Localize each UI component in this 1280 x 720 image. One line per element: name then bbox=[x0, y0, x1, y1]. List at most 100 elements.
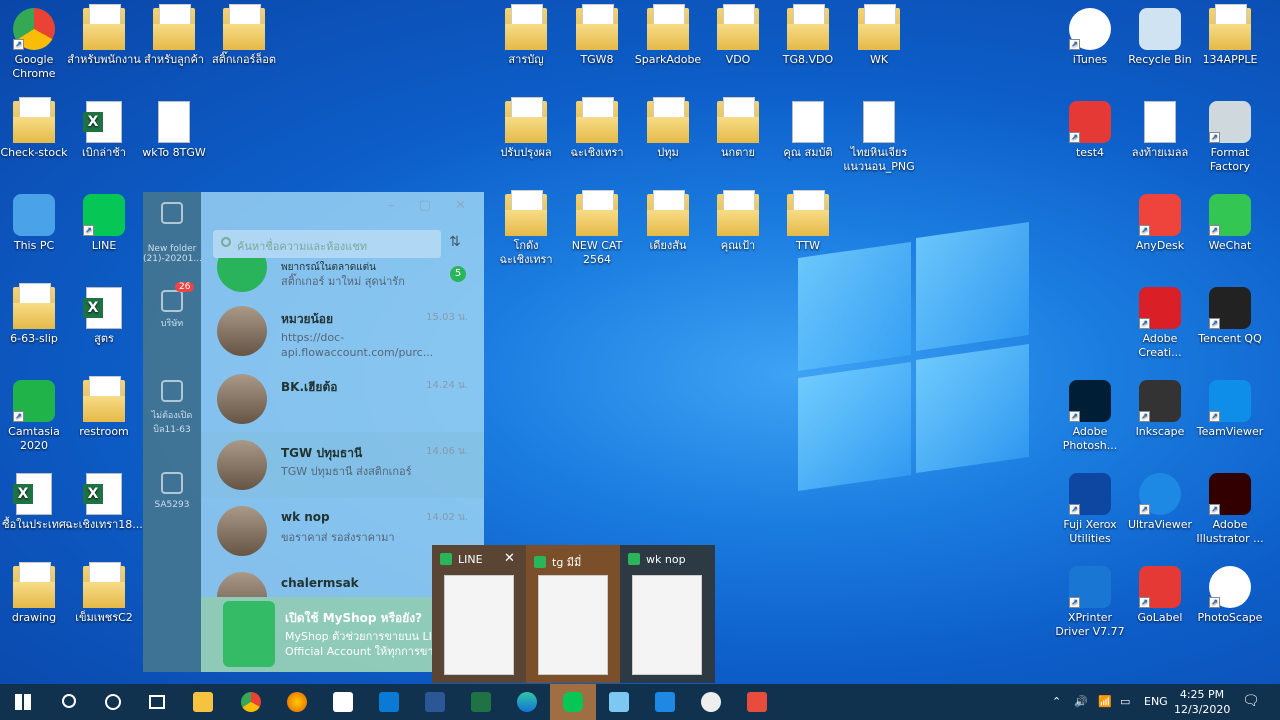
desktop-icon-label: UltraViewer bbox=[1127, 518, 1193, 531]
desktop-icon[interactable]: ↗ UltraViewer bbox=[1121, 473, 1199, 532]
excel-icon[interactable] bbox=[458, 684, 504, 720]
desktop-icon[interactable]: ↗ iTunes bbox=[1051, 8, 1129, 67]
line-search-input[interactable]: ค้นหาชื่อความและห้องแชท bbox=[213, 230, 441, 258]
desktop-icon[interactable]: เดียงสัน bbox=[629, 190, 707, 253]
add-icon[interactable] bbox=[161, 472, 183, 494]
volume-icon[interactable]: 🔊 bbox=[1074, 695, 1088, 708]
language-indicator[interactable]: ENG bbox=[1144, 695, 1168, 708]
start-button[interactable] bbox=[0, 684, 46, 720]
close-icon[interactable]: ✕ bbox=[504, 551, 515, 566]
thumbnail-tg[interactable]: tg มีมี่ bbox=[526, 545, 620, 683]
desktop-icon[interactable]: ↗ PhotoScape bbox=[1191, 566, 1269, 625]
mail-icon[interactable] bbox=[366, 684, 412, 720]
desktop-icon[interactable]: 6-63-slip bbox=[0, 283, 73, 346]
chat-item[interactable]: พยากรณ์ในตลาดแต่น สติ๊กเกอร์ มาใหม่ สุดน… bbox=[201, 258, 484, 298]
desktop-icon[interactable]: คุณ สมบัติ bbox=[769, 101, 847, 160]
desktop-icon[interactable]: สำหรับพนักงาน bbox=[65, 4, 143, 67]
thumbnail-line[interactable]: LINE ✕ bbox=[432, 545, 526, 683]
ff-icon: ↗ bbox=[1209, 101, 1251, 143]
taskbar: ⌃ 🔊 📶 ▭ ENG 4:25 PM 12/3/2020 🗨 bbox=[0, 684, 1280, 720]
desktop-icon[interactable]: ปทุม bbox=[629, 97, 707, 160]
document-icon[interactable] bbox=[161, 380, 183, 402]
photos-icon[interactable] bbox=[642, 684, 688, 720]
desktop-icon[interactable]: X สูตร bbox=[65, 287, 143, 346]
desktop-icon[interactable]: สำหรับลูกค้า bbox=[135, 4, 213, 67]
desktop-icon[interactable]: ↗ test4 bbox=[1051, 101, 1129, 160]
desktop-icon[interactable]: ↗ Format Factory bbox=[1191, 101, 1269, 174]
task-view-icon[interactable] bbox=[134, 684, 180, 720]
desktop-icon[interactable]: drawing bbox=[0, 562, 73, 625]
desktop-icon[interactable]: This PC bbox=[0, 194, 73, 253]
desktop-icon[interactable]: X ฉะเชิงเทรา18... bbox=[65, 473, 143, 532]
paint-icon[interactable] bbox=[688, 684, 734, 720]
desktop-icon[interactable]: ↗ LINE bbox=[65, 194, 143, 253]
chat-item[interactable]: BK.เฮียต้อ 14.24 น. bbox=[201, 366, 484, 432]
chat-icon[interactable] bbox=[161, 290, 183, 312]
desktop-icon[interactable]: ↗ Adobe Illustrator ... bbox=[1191, 473, 1269, 546]
desktop-icon[interactable]: ปรับปรุงผล bbox=[487, 97, 565, 160]
sort-icon[interactable]: ⇅ bbox=[449, 234, 461, 250]
desktop-icon[interactable]: TGW8 bbox=[558, 4, 636, 67]
desktop-icon[interactable]: เข็มเพชรC2 bbox=[65, 562, 143, 625]
desktop-icon[interactable]: สติ๊กเกอร์ล็อต bbox=[205, 4, 283, 67]
desktop-icon[interactable]: X เบิกล่าช้า bbox=[65, 101, 143, 160]
desktop-icon-label: Google Chrome bbox=[12, 53, 56, 80]
desktop-icon[interactable]: TTW bbox=[769, 190, 847, 253]
desktop-icon[interactable]: X ซื้อในประเทศ bbox=[0, 473, 73, 532]
desktop-icon[interactable]: SparkAdobe bbox=[629, 4, 707, 67]
chat-item[interactable]: หมวยน้อย https://doc-api.flowaccount.com/… bbox=[201, 298, 484, 364]
desktop-icon[interactable]: ลงท้ายเมลล bbox=[1121, 101, 1199, 160]
desktop-icon[interactable]: ↗ AnyDesk bbox=[1121, 194, 1199, 253]
desktop-icon[interactable]: ↗ WeChat bbox=[1191, 194, 1269, 253]
wifi-icon[interactable]: 📶 bbox=[1098, 695, 1112, 708]
thumbnail-wk-nop[interactable]: wk nop bbox=[620, 545, 714, 683]
store-icon[interactable] bbox=[320, 684, 366, 720]
desktop-icon[interactable]: Recycle Bin bbox=[1121, 8, 1199, 67]
desktop-icon[interactable]: ↗ Camtasia 2020 bbox=[0, 380, 73, 453]
clock[interactable]: 4:25 PM 12/3/2020 bbox=[1174, 687, 1230, 717]
battery-icon[interactable]: ▭ bbox=[1120, 695, 1130, 708]
chat-item[interactable]: TGW ปทุมธานี TGW ปทุมธานี ส่งสติกเกอร์ 14.… bbox=[201, 432, 484, 498]
desktop-icon[interactable]: ↗ XPrinter Driver V7.77 bbox=[1051, 566, 1129, 639]
desktop-icon[interactable]: คุณเป้า bbox=[699, 190, 777, 253]
desktop-icon-label: 6-63-slip bbox=[10, 332, 58, 345]
chrome-icon[interactable] bbox=[228, 684, 274, 720]
desktop-icon[interactable]: 134APPLE bbox=[1191, 4, 1269, 67]
desktop-icon[interactable]: ไทยหินเจียร แนวนอน_PNG bbox=[840, 101, 918, 174]
unread-badge: 5 bbox=[450, 266, 466, 282]
desktop-icon[interactable]: ↗ TeamViewer bbox=[1191, 380, 1269, 439]
desktop-icon[interactable]: ↗ Google Chrome bbox=[0, 8, 73, 81]
firefox-icon[interactable] bbox=[274, 684, 320, 720]
desktop-icon[interactable]: โกดังฉะเชิงเทรา bbox=[487, 190, 565, 267]
taskbar-thumbnail-preview[interactable]: LINE ✕ tg มีมี่ wk nop bbox=[432, 545, 715, 683]
desktop-icon-label: Inkscape bbox=[1135, 425, 1185, 438]
chevron-up-icon[interactable]: ⌃ bbox=[1052, 695, 1061, 708]
desktop-icon[interactable]: ↗ GoLabel bbox=[1121, 566, 1199, 625]
desktop-icon[interactable]: นกตาย bbox=[699, 97, 777, 160]
desktop-icon[interactable]: ฉะเชิงเทรา bbox=[558, 97, 636, 160]
line-taskbar-icon[interactable] bbox=[550, 684, 596, 720]
window-controls[interactable]: – ▢ ✕ bbox=[388, 198, 476, 213]
desktop-icon[interactable]: NEW CAT 2564 bbox=[558, 190, 636, 267]
desktop-icon[interactable]: สารบัญ bbox=[487, 4, 565, 67]
desktop-icon[interactable]: ↗ Tencent QQ bbox=[1191, 287, 1269, 346]
edge-icon[interactable] bbox=[504, 684, 550, 720]
desktop-icon[interactable]: Check-stock bbox=[0, 97, 73, 160]
desktop-icon[interactable]: ↗ Adobe Creati... bbox=[1121, 287, 1199, 360]
folder-icon bbox=[83, 4, 125, 50]
desktop-icon[interactable]: restroom bbox=[65, 376, 143, 439]
desktop-icon[interactable]: ↗ Fuji Xerox Utilities bbox=[1051, 473, 1129, 546]
desktop-icon[interactable]: WK bbox=[840, 4, 918, 67]
file-explorer-icon[interactable] bbox=[180, 684, 226, 720]
desktop-icon[interactable]: TG8.VDO bbox=[769, 4, 847, 67]
notification-icon[interactable]: 🗨 bbox=[1242, 693, 1260, 709]
desktop-icon[interactable]: ↗ Inkscape bbox=[1121, 380, 1199, 439]
desktop-icon[interactable]: wkTo 8TGW bbox=[135, 101, 213, 160]
desktop-icon[interactable]: ↗ Adobe Photosh... bbox=[1051, 380, 1129, 453]
word-icon[interactable] bbox=[412, 684, 458, 720]
cortana-icon[interactable] bbox=[90, 684, 136, 720]
notes-icon[interactable] bbox=[596, 684, 642, 720]
camtasia-icon[interactable] bbox=[734, 684, 780, 720]
search-icon[interactable] bbox=[46, 684, 92, 720]
desktop-icon[interactable]: VDO bbox=[699, 4, 777, 67]
